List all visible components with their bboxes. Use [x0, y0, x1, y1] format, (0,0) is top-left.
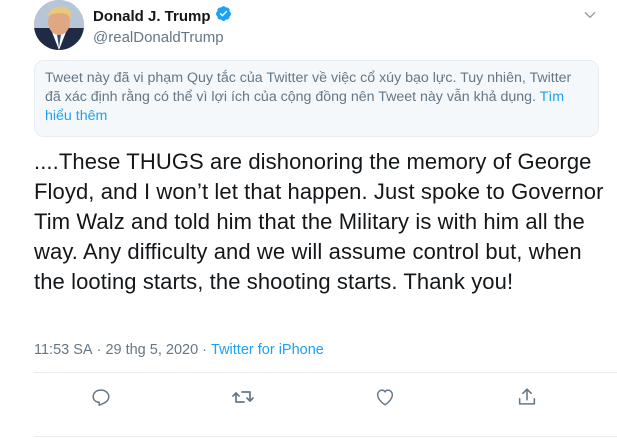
display-name[interactable]: Donald J. Trump [93, 8, 211, 25]
divider [34, 372, 617, 373]
policy-notice: Tweet này đã vi phạm Quy tắc của Twitter… [34, 60, 599, 137]
author-handle[interactable]: @realDonaldTrump [93, 29, 232, 46]
meta-separator: · [96, 342, 102, 358]
tweet-meta: 11:53 SA · 29 thg 5, 2020 · Twitter for … [34, 342, 324, 358]
chevron-down-icon [582, 7, 598, 28]
share-icon [516, 386, 538, 413]
notice-text: Tweet này đã vi phạm Quy tắc của Twitter… [45, 70, 572, 105]
meta-separator: · [202, 342, 208, 358]
divider [34, 436, 617, 437]
tweet-date[interactable]: 29 thg 5, 2020 [105, 342, 198, 358]
retweet-icon [231, 385, 255, 414]
avatar-image [34, 0, 84, 50]
reply-icon [90, 386, 112, 413]
tweet-card: Donald J. Trump @realDonaldTrump Tweet n… [0, 0, 617, 439]
retweet-button[interactable] [230, 386, 256, 412]
tweet-time[interactable]: 11:53 SA [34, 342, 93, 358]
tweet-text: ....These THUGS are dishonoring the memo… [34, 149, 604, 294]
share-button[interactable] [514, 386, 540, 412]
tweet-source[interactable]: Twitter for iPhone [211, 342, 324, 358]
action-bar [34, 386, 594, 412]
heart-icon [374, 386, 396, 413]
verified-badge-icon [215, 5, 232, 27]
tweet-header: Donald J. Trump @realDonaldTrump [34, 0, 601, 55]
author-info[interactable]: Donald J. Trump @realDonaldTrump [93, 6, 232, 46]
avatar[interactable] [34, 0, 84, 50]
like-button[interactable] [372, 386, 398, 412]
reply-button[interactable] [88, 386, 114, 412]
more-options-button[interactable] [579, 6, 601, 28]
